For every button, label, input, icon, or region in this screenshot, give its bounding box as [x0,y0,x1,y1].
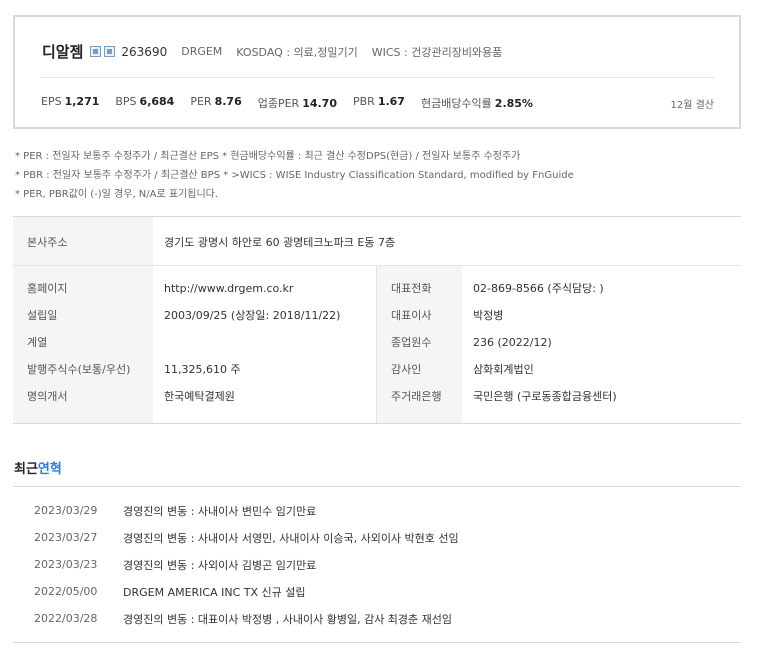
bank-value: 국민은행 (구로동종합금융센터) [473,390,617,403]
ceo-value: 박정병 [473,309,504,322]
bank-label: 주거래은행 [391,390,442,403]
history-date: 2023/03/23 [34,558,98,571]
details-left-values: http://www.drgem.co.kr 2003/09/25 (상장일: … [153,266,340,423]
summary-divider [40,77,714,78]
address-value: 경기도 광명시 하안로 60 광명테크노파크 E동 7층 [164,236,396,249]
metric-label: 업종PER [257,97,300,110]
founded-label: 설립일 [27,309,58,322]
history-date: 2023/03/29 [34,504,98,517]
history-text: DRGEM AMERICA INC TX 신규 설립 [123,585,306,599]
auditor-label: 감사인 [391,363,422,376]
details-right-labels: 대표전화 대표이사 종업원수 감사인 주거래은행 [377,266,462,423]
transfer-agent-label: 명의개서 [27,390,68,403]
footnote: * PER : 전일자 보통주 수정주가 / 최근결산 EPS * 현금배당수익… [15,151,521,162]
metric-bps: BPS 6,684 [115,95,174,111]
details-right-values: 02-869-8566 (주식담당: ) 박정병 236 (2022/12) 삼… [462,266,617,423]
history-text: 경영진의 변동 : 대표이사 박정병 , 사내이사 황병일, 감사 최경춘 재선… [123,612,453,626]
history-item: 2023/03/27 경영진의 변동 : 사내이사 서영민, 사내이사 이승국,… [13,524,741,551]
info-icon[interactable] [104,46,116,57]
metric-value: 2.85% [494,97,533,110]
metric-value: 1,271 [64,95,100,108]
metric-value: 6,684 [139,95,175,108]
founded-value: 2003/09/25 (상장일: 2018/11/22) [164,309,341,322]
footnote: * PBR : 전일자 보통주 수정주가 / 최근결산 BPS * >WICS … [15,170,574,181]
shares-value: 11,325,610 주 [164,363,241,376]
ceo-label: 대표이사 [391,309,432,322]
history-date: 2022/03/28 [34,612,98,625]
metric-value: 8.76 [214,95,242,108]
kosdaq-icon[interactable] [90,46,102,57]
details-right: 대표전화 대표이사 종업원수 감사인 주거래은행 02-869-8566 (주식… [377,266,741,423]
metric-dividend-yield: 현금배당수익률 2.85% [421,95,533,111]
valuation-metrics: EPS 1,271 BPS 6,684 PER 8.76 업종PER 14.70 PBR… [41,95,549,111]
phone-value: 02-869-8566 (주식담당: ) [473,282,604,295]
affiliate-value [164,336,340,363]
stock-code: 263690 [121,44,168,59]
wics-classification: WICS : 건강관리장비와용품 [371,45,503,59]
metric-pbr: PBR 1.67 [353,95,405,111]
employees-label: 종업원수 [391,336,432,349]
phone-label: 대표전화 [391,282,432,295]
footnotes: * PER : 전일자 보통주 수정주가 / 최근결산 EPS * 현금배당수익… [15,147,574,204]
metric-industry-per: 업종PER 14.70 [258,95,337,111]
fiscal-month: 12월 결산 [670,100,714,111]
affiliate-label: 계열 [27,336,48,349]
metric-label: BPS [115,95,137,108]
history-item: 2022/05/00 DRGEM AMERICA INC TX 신규 설립 [13,578,741,605]
details-left-labels: 홈페이지 설립일 계열 발행주식수(보통/우선) 명의개서 [13,266,153,423]
metric-label: EPS [41,95,62,108]
history-text: 경영진의 변동 : 사내이사 변민수 임기만료 [123,504,317,518]
company-details-grid: 홈페이지 설립일 계열 발행주식수(보통/우선) 명의개서 http://www… [13,266,741,423]
shares-label: 발행주식수(보통/우선) [27,363,131,376]
history-text: 경영진의 변동 : 사내이사 서영민, 사내이사 이승국, 사외이사 박현호 선… [123,531,459,545]
metric-label: 현금배당수익률 [420,97,492,110]
metric-value: 14.70 [302,97,337,110]
history-list: 2023/03/29 경영진의 변동 : 사내이사 변민수 임기만료 2023/… [13,497,741,632]
company-info-table: 본사주소 경기도 광명시 하안로 60 광명테크노파크 E동 7층 홈페이지 설… [13,216,741,424]
metric-per: PER 8.76 [190,95,241,111]
history-title-accent: 연혁 [37,462,62,477]
history-date: 2023/03/27 [34,531,98,544]
history-title-plain: 최근 [14,462,38,477]
history-item: 2023/03/29 경영진의 변동 : 사내이사 변민수 임기만료 [13,497,741,524]
footnote: * PER, PBR값이 (-)일 경우, N/A로 표기됩니다. [15,189,219,200]
company-summary-box: 디알젬 263690 DRGEM KOSDAQ : 의료,정밀기기 WICS :… [13,15,741,129]
history-date: 2022/05/00 [34,585,98,598]
auditor-value: 삼화회계법인 [473,363,534,376]
ticker: DRGEM [181,45,223,58]
employees-value: 236 (2022/12) [473,336,552,349]
transfer-agent-value: 한국예탁결제원 [164,390,235,403]
company-name: 디알젬 [42,43,84,61]
history-item: 2022/03/28 경영진의 변동 : 대표이사 박정병 , 사내이사 황병일… [13,605,741,632]
metric-label: PER [190,95,212,108]
details-left: 홈페이지 설립일 계열 발행주식수(보통/우선) 명의개서 http://www… [13,266,377,423]
metric-eps: EPS 1,271 [41,95,99,111]
company-title-row: 디알젬 263690 DRGEM KOSDAQ : 의료,정밀기기 WICS :… [42,41,502,62]
metric-label: PBR [352,95,375,108]
history-bottom-rule [13,642,741,643]
homepage-link[interactable]: http://www.drgem.co.kr [164,282,340,309]
history-title: 최근연혁 [14,458,62,477]
history-text: 경영진의 변동 : 사외이사 김병곤 임기만료 [123,558,317,572]
history-top-rule [13,486,741,487]
address-label: 본사주소 [13,217,153,265]
metric-value: 1.67 [377,95,405,108]
history-item: 2023/03/23 경영진의 변동 : 사외이사 김병곤 임기만료 [13,551,741,578]
market-sector: KOSDAQ : 의료,정밀기기 [236,45,358,59]
homepage-label: 홈페이지 [27,282,68,295]
address-row: 본사주소 경기도 광명시 하안로 60 광명테크노파크 E동 7층 [13,217,741,266]
